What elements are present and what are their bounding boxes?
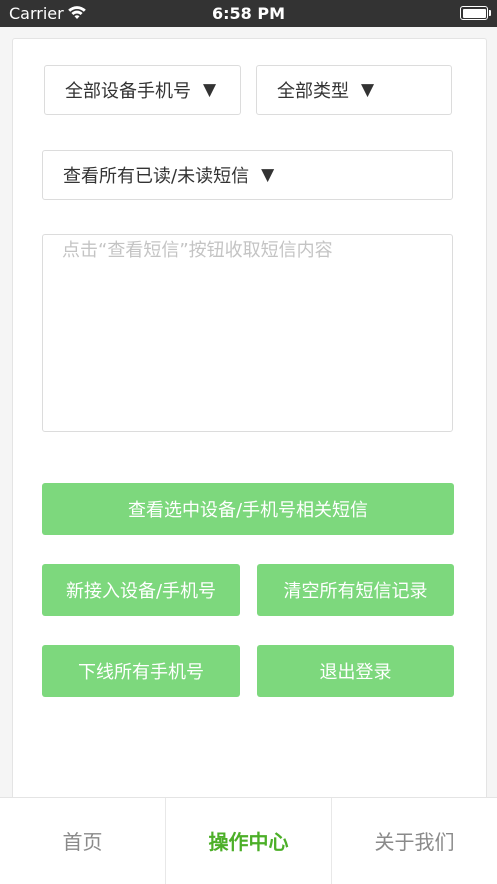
- sms-content-placeholder: 点击“查看短信”按钮收取短信内容: [62, 240, 333, 261]
- device-filter-dropdown[interactable]: 全部设备手机号 ▼: [44, 65, 241, 115]
- tab-about-us[interactable]: 关于我们: [332, 798, 497, 884]
- dropdown-arrow-icon: ▼: [261, 165, 275, 185]
- tab-operation-center[interactable]: 操作中心: [166, 798, 332, 884]
- offline-all-button[interactable]: 下线所有手机号: [42, 645, 240, 697]
- logout-button[interactable]: 退出登录: [257, 645, 454, 697]
- battery-icon: [460, 6, 491, 20]
- view-sms-button[interactable]: 查看选中设备/手机号相关短信: [42, 483, 454, 535]
- device-filter-label: 全部设备手机号: [65, 81, 191, 102]
- tab-bar: 首页 操作中心 关于我们: [0, 797, 497, 884]
- type-filter-label: 全部类型: [277, 81, 349, 102]
- read-status-filter-dropdown[interactable]: 查看所有已读/未读短信 ▼: [42, 150, 453, 200]
- clock: 6:58 PM: [211, 4, 285, 23]
- new-device-button[interactable]: 新接入设备/手机号: [42, 564, 240, 616]
- status-bar: Carrier 6:58 PM: [0, 0, 497, 27]
- dropdown-arrow-icon: ▼: [361, 80, 375, 100]
- sms-content-textarea[interactable]: [42, 234, 453, 432]
- clear-sms-button[interactable]: 清空所有短信记录: [257, 564, 454, 616]
- dropdown-arrow-icon: ▼: [203, 80, 217, 100]
- read-status-filter-label: 查看所有已读/未读短信: [63, 166, 250, 187]
- tab-home[interactable]: 首页: [0, 798, 166, 884]
- type-filter-dropdown[interactable]: 全部类型 ▼: [256, 65, 452, 115]
